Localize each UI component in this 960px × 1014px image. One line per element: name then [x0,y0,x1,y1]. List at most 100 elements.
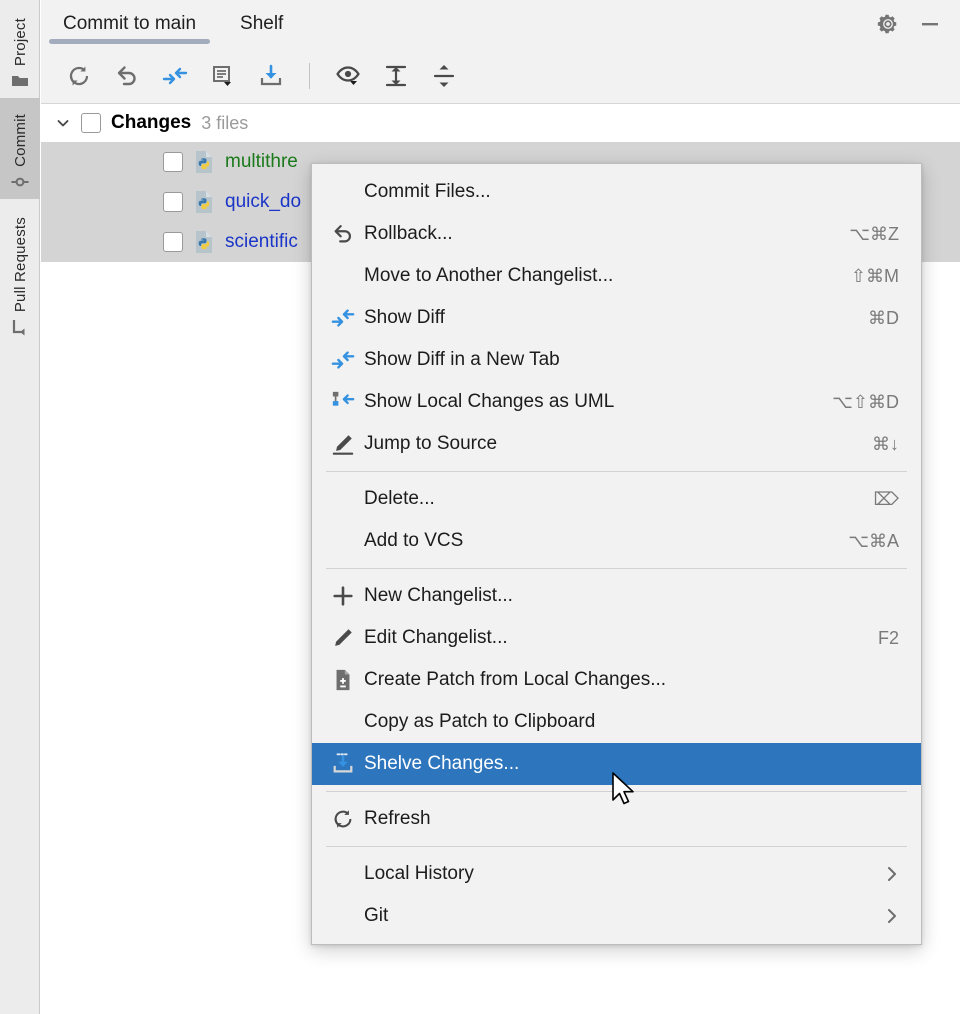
menu-item-label: Edit Changelist... [356,627,856,649]
menu-item-label: Delete... [356,488,852,510]
menu-item-label: Commit Files... [356,181,877,203]
menu-item-label: Local History [356,863,885,885]
changelist-node-changes[interactable]: Changes 3 files [41,104,960,142]
menu-item-rollback[interactable]: Rollback... ⌥⌘Z [312,213,921,255]
menu-item-move-to-another-changelist[interactable]: Move to Another Changelist... ⇧⌘M [312,255,921,297]
menu-item-jump-to-source[interactable]: Jump to Source ⌘↓ [312,423,921,465]
eye-dropdown-icon [335,63,361,89]
file-checkbox[interactable] [163,192,183,212]
menu-item-commit-files[interactable]: Commit Files... [312,171,921,213]
shelve-icon [258,63,284,89]
menu-item-create-patch-from-local-changes[interactable]: Create Patch from Local Changes... [312,659,921,701]
menu-item-show-diff-in-new-tab[interactable]: Show Diff in a New Tab [312,339,921,381]
menu-separator [326,791,907,792]
sidebar-item-commit[interactable]: Commit [0,98,40,199]
menu-item-shelve-changes[interactable]: Shelve Changes... [312,743,921,785]
pull-request-icon [11,318,29,336]
collapse-all-icon [431,63,457,89]
diff-icon [331,306,355,330]
menu-item-label: Show Diff [356,307,846,329]
chevron-right-icon [885,907,899,925]
gear-icon [876,12,900,36]
tab-label: Commit to main [63,13,196,35]
python-file-icon [193,230,215,254]
commit-message-history-button[interactable] [203,56,243,96]
python-file-icon [193,150,215,174]
plus-icon [331,584,355,608]
menu-item-shortcut: ⌘↓ [850,434,899,455]
pencil-icon [331,626,355,650]
menu-item-label: Refresh [356,808,877,830]
menu-item-label: New Changelist... [356,585,877,607]
context-menu: Commit Files... Rollback... ⌥⌘Z Move to … [311,163,922,945]
menu-item-label: Create Patch from Local Changes... [356,669,877,691]
preview-diff-button[interactable] [328,56,368,96]
menu-item-add-to-vcs[interactable]: Add to VCS ⌥⌘A [312,520,921,562]
expand-all-button[interactable] [376,56,416,96]
sidebar-item-pull-requests[interactable]: Pull Requests [0,199,40,344]
menu-item-refresh[interactable]: Refresh [312,798,921,840]
chevron-down-icon[interactable] [55,115,71,131]
tool-window-rail: Project Commit Pull Requests [0,0,40,1014]
rollback-button[interactable] [107,56,147,96]
collapse-all-button[interactable] [424,56,464,96]
changelist-title: Changes [111,112,191,134]
file-checkbox[interactable] [163,152,183,172]
menu-separator [326,471,907,472]
menu-item-delete[interactable]: Delete... ⌦ [312,478,921,520]
menu-separator [326,568,907,569]
chevron-right-icon [885,865,899,883]
diff-icon [331,348,355,372]
menu-item-label: Add to VCS [356,530,826,552]
menu-item-shortcut: ⌥⌘A [826,531,899,552]
minimize-button[interactable] [916,10,944,38]
menu-item-label: Show Local Changes as UML [356,391,810,413]
menu-item-shortcut: ⌥⇧⌘D [810,392,899,413]
toolbar-separator [309,63,310,89]
python-file-icon [193,190,215,214]
file-name: multithre [225,151,298,173]
menu-item-git[interactable]: Git [312,895,921,937]
refresh-changes-button[interactable] [59,56,99,96]
sidebar-item-label: Pull Requests [12,217,29,312]
menu-item-shortcut: ⌦ [852,489,899,510]
tab-shelf[interactable]: Shelf [218,0,305,48]
menu-item-label: Shelve Changes... [356,753,877,775]
tab-commit-to-main[interactable]: Commit to main [41,0,218,48]
menu-item-label: Copy as Patch to Clipboard [356,711,877,733]
pencil-underline-icon [331,432,355,456]
menu-item-shortcut: ⌘D [846,308,899,329]
window-controls [874,0,960,48]
comment-dropdown-icon [210,63,236,89]
minimize-icon [918,12,942,36]
rollback-icon [331,222,355,246]
menu-separator [326,846,907,847]
settings-button[interactable] [874,10,902,38]
menu-item-show-local-changes-as-uml[interactable]: Show Local Changes as UML ⌥⇧⌘D [312,381,921,423]
menu-item-label: Move to Another Changelist... [356,265,829,287]
menu-item-show-diff[interactable]: Show Diff ⌘D [312,297,921,339]
rollback-icon [114,63,140,89]
menu-item-copy-as-patch-to-clipboard[interactable]: Copy as Patch to Clipboard [312,701,921,743]
menu-item-local-history[interactable]: Local History [312,853,921,895]
show-diff-button[interactable] [155,56,195,96]
file-name: quick_do [225,191,301,213]
commit-tool-window: Project Commit Pull Requests Commit to [0,0,960,1014]
file-checkbox[interactable] [163,232,183,252]
refresh-icon [66,63,92,89]
diff-icon [162,63,188,89]
shelve-changes-button[interactable] [251,56,291,96]
uml-diff-icon [331,390,355,414]
commit-toolbar [41,48,960,104]
menu-item-label: Jump to Source [356,433,850,455]
file-name: scientific [225,231,298,253]
shelve-icon [331,752,355,776]
expand-all-icon [383,63,409,89]
menu-item-new-changelist[interactable]: New Changelist... [312,575,921,617]
changelist-checkbox[interactable] [81,113,101,133]
menu-item-shortcut: ⌥⌘Z [827,224,899,245]
sidebar-item-project[interactable]: Project [0,0,40,98]
refresh-icon [331,807,355,831]
menu-item-edit-changelist[interactable]: Edit Changelist... F2 [312,617,921,659]
sidebar-item-label: Commit [12,114,29,167]
